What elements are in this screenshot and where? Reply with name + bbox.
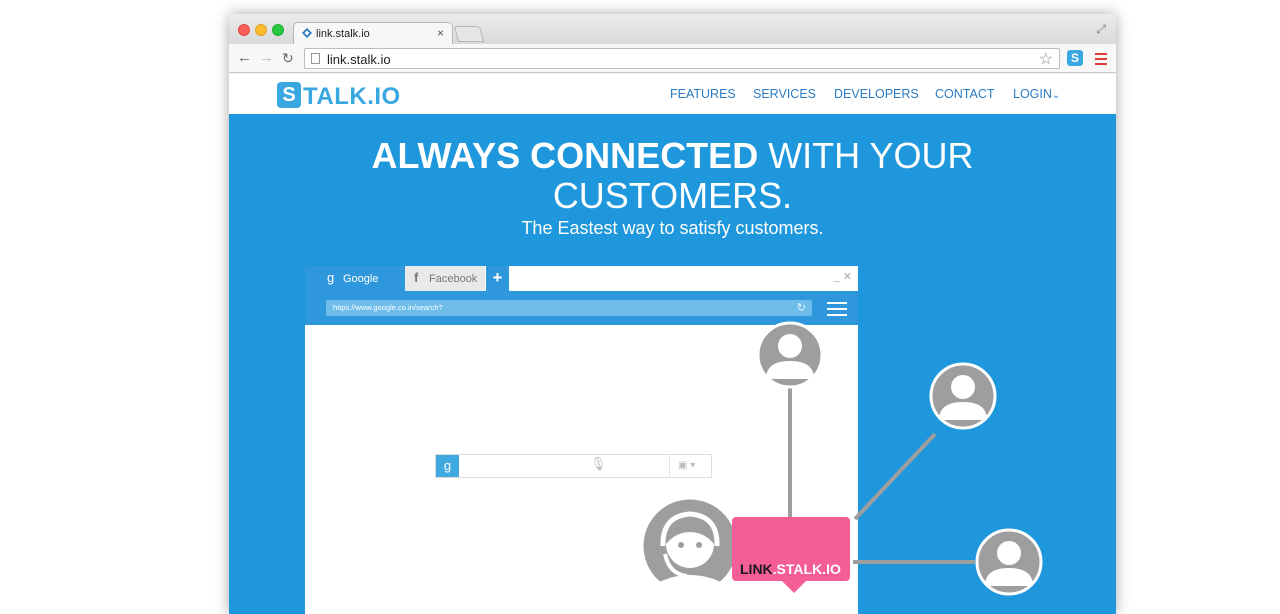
site-header: S TALK.IO FEATURES SERVICES DEVELOPERS C… bbox=[229, 74, 1116, 114]
back-arrow-icon[interactable]: ← bbox=[237, 49, 252, 66]
mockup-tab-label: Facebook bbox=[429, 273, 478, 285]
google-search-icon: g bbox=[436, 455, 459, 477]
window-close-button[interactable] bbox=[238, 24, 250, 36]
chevron-down-icon: ⌄ bbox=[1051, 90, 1061, 101]
hero-title: ALWAYS CONNECTED WITH YOUR CUSTOMERS. bbox=[229, 136, 1116, 216]
mockup-refresh-icon: ↻ bbox=[796, 302, 806, 314]
browser-titlebar: link.stalk.io × ⤢ bbox=[229, 14, 1116, 45]
user-avatar-right-lower bbox=[975, 528, 1043, 596]
google-icon: g bbox=[327, 270, 335, 285]
address-url[interactable]: link.stalk.io bbox=[327, 52, 391, 67]
mockup-menu-icon bbox=[827, 302, 847, 320]
mockup-tabbar: g Google f Facebook + _ ✕ bbox=[305, 266, 858, 291]
mockup-search-box: g ▣ ▾ bbox=[435, 454, 712, 478]
page-icon bbox=[311, 53, 320, 64]
logo-text: TALK.IO bbox=[303, 83, 401, 110]
hero-title-line2: CUSTOMERS. bbox=[552, 175, 793, 216]
mockup-window-controls: _ ✕ bbox=[833, 271, 852, 283]
mockup-address-bar: https://www.google.co.in/search? ↻ bbox=[305, 291, 858, 325]
mockup-address-url: https://www.google.co.in/search? bbox=[333, 303, 443, 312]
link-stalk-badge: LINK.STALK.IO bbox=[732, 517, 850, 581]
nav-developers[interactable]: DEVELOPERS bbox=[834, 87, 919, 101]
badge-prefix: LINK bbox=[740, 561, 773, 577]
nav-services[interactable]: SERVICES bbox=[753, 87, 816, 101]
tab-close-icon[interactable]: × bbox=[437, 26, 444, 40]
microphone-icon: 🎙 bbox=[590, 456, 607, 471]
nav-login[interactable]: LOGIN⌄ bbox=[1013, 87, 1060, 101]
mockup-tab-google: g Google bbox=[305, 266, 405, 291]
mockup-address-field: https://www.google.co.in/search? ↻ bbox=[326, 300, 812, 316]
hero-section: ALWAYS CONNECTED WITH YOUR CUSTOMERS. Th… bbox=[229, 114, 1116, 614]
user-avatar-right-upper bbox=[929, 362, 997, 430]
image-search-icon: ▣ ▾ bbox=[669, 455, 712, 477]
browser-window: link.stalk.io × ⤢ ← → ↻ link.stalk.io ☆ … bbox=[229, 14, 1116, 614]
new-tab-button[interactable] bbox=[453, 26, 485, 42]
logo-mark: S bbox=[277, 82, 301, 108]
badge-text: LINK.STALK.IO bbox=[740, 561, 841, 577]
nav-login-label: LOGIN bbox=[1013, 87, 1052, 101]
hero-title-rest: WITH YOUR bbox=[758, 135, 974, 176]
user-avatar-top bbox=[756, 321, 824, 389]
page-viewport: S TALK.IO FEATURES SERVICES DEVELOPERS C… bbox=[229, 74, 1116, 614]
forward-arrow-icon[interactable]: → bbox=[259, 49, 274, 66]
connector-line-right-upper bbox=[853, 432, 937, 521]
address-bar[interactable]: link.stalk.io ☆ bbox=[304, 48, 1060, 69]
tab-title: link.stalk.io bbox=[316, 28, 370, 40]
browser-tab-active[interactable]: link.stalk.io × bbox=[293, 22, 453, 45]
site-favicon-icon bbox=[302, 28, 312, 38]
hero-title-bold: ALWAYS CONNECTED bbox=[371, 135, 759, 176]
stalk-extension-icon[interactable]: S bbox=[1067, 50, 1083, 66]
mockup-new-tab-icon: + bbox=[486, 266, 509, 291]
mockup-tab-facebook: f Facebook bbox=[405, 266, 485, 291]
hero-subtitle: The Eastest way to satisfy customers. bbox=[521, 218, 824, 238]
nav-contact[interactable]: CONTACT bbox=[935, 87, 995, 101]
browser-menu-icon[interactable] bbox=[1095, 53, 1107, 68]
reload-icon[interactable]: ↻ bbox=[282, 50, 294, 67]
bookmark-star-icon[interactable]: ☆ bbox=[1039, 49, 1053, 69]
nav-features[interactable]: FEATURES bbox=[670, 87, 736, 101]
mockup-tab-label: Google bbox=[343, 273, 379, 285]
window-minimize-button[interactable] bbox=[255, 24, 267, 36]
badge-suffix: .STALK.IO bbox=[772, 561, 841, 577]
window-maximize-button[interactable] bbox=[272, 24, 284, 36]
fullscreen-icon[interactable]: ⤢ bbox=[1096, 22, 1106, 37]
facebook-icon: f bbox=[414, 270, 419, 285]
support-agent-avatar bbox=[640, 496, 740, 596]
browser-toolbar: ← → ↻ link.stalk.io ☆ S bbox=[229, 44, 1116, 73]
